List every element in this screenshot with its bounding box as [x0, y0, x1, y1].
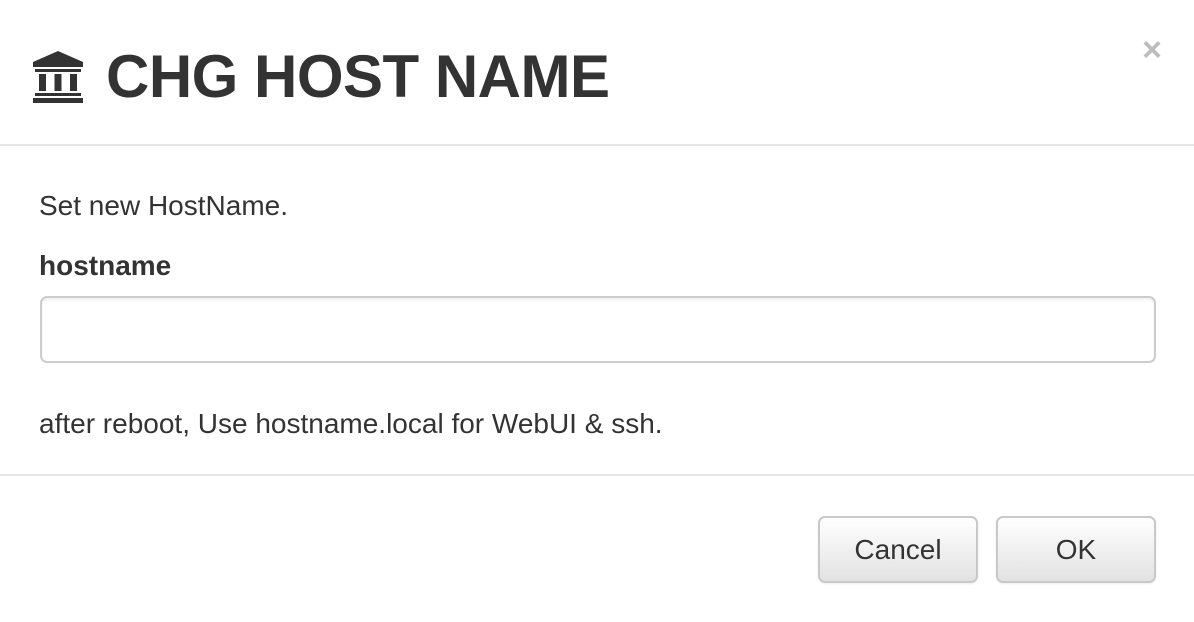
dialog-header: CHG HOST NAME × [0, 0, 1194, 146]
bank-icon [33, 51, 83, 103]
close-icon[interactable]: × [1136, 33, 1168, 67]
cancel-button[interactable]: Cancel [818, 516, 978, 583]
hostname-input[interactable] [40, 296, 1156, 363]
change-hostname-dialog: CHG HOST NAME × Set new HostName. hostna… [0, 0, 1194, 622]
dialog-body: Set new HostName. hostname after reboot,… [0, 146, 1194, 474]
ok-button[interactable]: OK [996, 516, 1156, 583]
dialog-footer: Cancel OK [0, 474, 1194, 622]
intro-text: Set new HostName. [39, 190, 288, 221]
hint-text: after reboot, Use hostname.local for Web… [39, 408, 663, 439]
dialog-title: CHG HOST NAME [106, 43, 610, 110]
hostname-label: hostname [39, 250, 172, 281]
